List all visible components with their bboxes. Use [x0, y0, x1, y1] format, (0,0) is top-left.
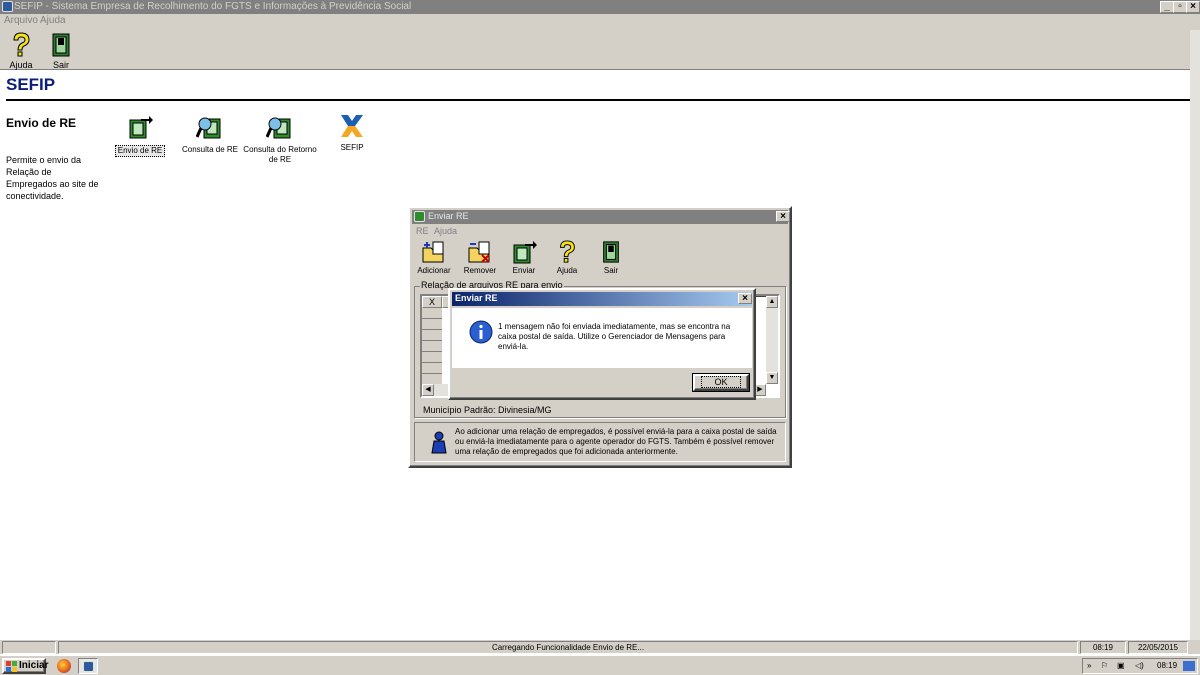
dialog-ajuda-button[interactable]: Ajuda [549, 240, 585, 276]
taskbar-sefip-button[interactable] [78, 658, 98, 674]
windows-logo-icon [6, 661, 17, 672]
dialog-remover-button[interactable]: Remover [462, 240, 498, 276]
feature-sefip-label: SEFIP [340, 143, 364, 152]
main-window-titlebar[interactable]: SEFIP - Sistema Empresa de Recolhimento … [0, 0, 1200, 14]
sefip-taskbar-icon [83, 661, 94, 672]
minimize-button[interactable]: _ [1160, 1, 1174, 13]
show-desktop-icon[interactable] [1183, 661, 1195, 671]
dialog-menu-re[interactable]: RE [416, 226, 429, 236]
feature-envio-re-label: Envio de RE [114, 145, 166, 157]
feature-consulta-re[interactable]: Consulta de RE [173, 115, 247, 155]
dialog-menu-ajuda[interactable]: Ajuda [434, 226, 457, 236]
status-date: 22/05/2015 [1128, 641, 1188, 654]
enviar-re-dialog-titlebar[interactable]: Enviar RE × [412, 210, 790, 224]
tray-volume-icon[interactable]: ◁) [1135, 660, 1144, 672]
toolbar-ajuda-button[interactable]: Ajuda [6, 30, 36, 70]
dialog-sair-label: Sair [603, 266, 619, 275]
main-menubar: Arquivo Ajuda [0, 14, 1200, 28]
person-info-icon [431, 431, 447, 454]
message-box-close-button[interactable]: × [738, 293, 752, 304]
dialog-close-button[interactable]: × [776, 211, 790, 222]
status-bar: Carregando Funcionalidade Envio de RE...… [0, 640, 1200, 654]
main-scrollbar[interactable] [1190, 30, 1200, 640]
toolbar-sair-button[interactable]: Sair [46, 30, 76, 70]
caixa-logo-icon [341, 115, 363, 137]
municipio-padrao: Município Padrão: Divinesia/MG [423, 405, 552, 415]
enviar-re-dialog-title: Enviar RE [428, 211, 469, 221]
tray-network-icon[interactable]: ▣ [1117, 660, 1125, 672]
feature-consulta-retorno-label: Consulta do Retorno de RE [243, 145, 317, 164]
section-title: Envio de RE [6, 116, 77, 130]
information-icon [469, 320, 493, 344]
add-folder-icon [422, 241, 444, 263]
feature-consulta-retorno[interactable]: Consulta do Retorno de RE [243, 115, 317, 165]
send-icon [513, 241, 537, 264]
message-box-titlebar[interactable]: Enviar RE × [452, 292, 752, 306]
help-question-icon [560, 240, 575, 263]
main-window-title: SEFIP - Sistema Empresa de Recolhimento … [14, 1, 412, 12]
taskbar: Iniciar » ⚐ ▣ ◁) 08:19 [0, 655, 1200, 675]
tray-clock[interactable]: 08:19 [1157, 660, 1177, 672]
close-button[interactable]: × [1186, 1, 1200, 13]
scroll-left-arrow-icon[interactable]: ◀ [422, 384, 434, 396]
scroll-up-arrow-icon[interactable]: ▲ [766, 296, 778, 308]
dialog-ajuda-label: Ajuda [556, 266, 578, 275]
info-panel: Ao adicionar uma relação de empregados, … [414, 422, 786, 462]
tray-flag-icon[interactable]: ⚐ [1101, 660, 1108, 672]
dialog-enviar-button[interactable]: Enviar [506, 240, 542, 276]
sefip-app-icon [2, 1, 13, 12]
ok-button[interactable]: OK [692, 373, 750, 392]
section-description: Permite o envio da Relação de Empregados… [6, 155, 99, 201]
info-text: Ao adicionar uma relação de empregados, … [455, 427, 777, 456]
table-vscrollbar[interactable]: ▲ ▼ [766, 296, 778, 384]
firefox-icon[interactable] [57, 659, 71, 673]
dialog-app-icon [414, 211, 425, 222]
table-row-headers [422, 308, 442, 384]
dialog-remover-label: Remover [463, 266, 497, 275]
feature-consulta-re-label: Consulta de RE [181, 145, 239, 154]
maximize-button[interactable]: ▫ [1173, 1, 1187, 13]
message-text: 1 mensagem não foi enviada imediatamente… [498, 322, 731, 351]
message-box-title: Enviar RE [455, 293, 498, 303]
feature-envio-re[interactable]: Envio de RE [103, 115, 177, 157]
start-button[interactable]: Iniciar [2, 658, 49, 674]
exit-door-icon [52, 33, 70, 57]
tray-expand-icon[interactable]: » [1087, 660, 1091, 672]
feature-sefip[interactable]: SEFIP [315, 115, 389, 153]
menu-arquivo[interactable]: Arquivo [4, 15, 38, 26]
message-box: Enviar RE × 1 mensagem não foi enviada i… [448, 288, 756, 400]
main-toolbar: Ajuda Sair [0, 28, 1200, 70]
menu-ajuda[interactable]: Ajuda [40, 15, 66, 26]
send-re-icon [129, 116, 153, 139]
consulta-icon [195, 117, 221, 139]
remove-folder-icon [468, 241, 490, 263]
dialog-adicionar-label: Adicionar [417, 266, 451, 275]
dialog-enviar-label: Enviar [512, 266, 536, 275]
table-header-x[interactable]: X [422, 296, 442, 308]
toolbar-ajuda-label: Ajuda [9, 60, 33, 70]
message-box-body: 1 mensagem não foi enviada imediatamente… [452, 308, 752, 368]
start-label: Iniciar [19, 660, 49, 671]
exit-door-icon [603, 241, 619, 263]
scroll-down-arrow-icon[interactable]: ▼ [766, 372, 778, 384]
page-title: SEFIP [6, 75, 56, 94]
dialog-adicionar-button[interactable]: Adicionar [416, 240, 452, 276]
status-pane-left [2, 641, 56, 654]
ok-button-label: OK [701, 376, 741, 388]
status-time: 08:19 [1080, 641, 1126, 654]
dialog-sair-button[interactable]: Sair [593, 240, 629, 276]
help-question-icon [13, 32, 30, 57]
toolbar-sair-label: Sair [52, 60, 69, 70]
system-tray: » ⚐ ▣ ◁) 08:19 [1082, 658, 1198, 674]
title-divider [6, 99, 1194, 101]
status-message: Carregando Funcionalidade Envio de RE... [58, 641, 1078, 654]
consulta-retorno-icon [265, 117, 291, 139]
